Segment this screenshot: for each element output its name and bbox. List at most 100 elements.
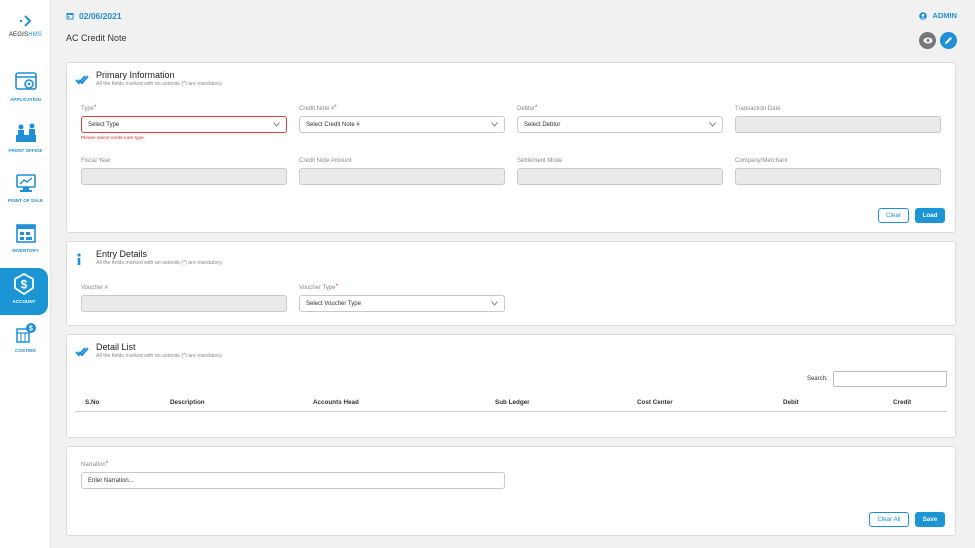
double-check-icon [75,347,89,357]
credit-note-amount-label: Credit Note Amount [299,158,352,164]
card-title: Entry Details [96,249,148,259]
required-asterisk: * [94,105,97,111]
settlement-mode-field: Settlement Mode [517,157,723,185]
view-button[interactable] [919,32,936,49]
chevron-down-icon [491,301,498,306]
card-header: Primary Information All the fields marke… [75,70,223,87]
card-header: Detail List All the fields marked with a… [75,342,223,359]
column-header[interactable]: Sub Ledger [495,399,530,406]
primary-information-card: Primary Information All the fields marke… [66,62,956,233]
voucher-type-select[interactable]: Select Voucher Type [299,295,505,312]
sidebar: AEGISHMS APPLICATION FRONT OFFICE POINT … [0,0,51,548]
brand-logo[interactable]: AEGISHMS [0,14,51,38]
pencil-icon [945,37,952,44]
sidebar-item-label: INVENTORY [12,248,39,253]
eye-icon [923,37,932,44]
table-header: S.No Description Accounts Head Sub Ledge… [75,393,947,412]
transaction-date-label: Transaction Date [735,106,781,112]
transaction-date-field: Transaction Date [735,105,941,133]
user-icon [919,11,928,20]
brand-name: AEGISHMS [0,32,51,38]
column-header[interactable]: Accounts Head [313,399,359,406]
chevron-down-icon [709,122,716,127]
company-merchant-label: Company/Merchant [735,158,788,164]
search-input[interactable] [833,371,947,387]
credit-note-number-value: Select Credit Note # [306,121,360,128]
voucher-type-field: Voucher Type* Select Voucher Type [299,284,505,312]
clear-button[interactable]: Clear [878,208,909,223]
logo-arrow-icon [19,15,31,27]
required-asterisk: * [334,105,337,111]
type-select-value: Select Type [88,121,120,128]
card-title: Detail List [96,342,136,352]
double-check-icon [75,75,89,85]
sidebar-item-account[interactable]: $ ACCOUNT [0,268,48,315]
credit-note-amount-field: Credit Note Amount [299,157,505,185]
narration-field: Narration* Enter Narration... [81,461,505,489]
column-header[interactable]: S.No [85,399,99,406]
credit-note-number-select[interactable]: Select Credit Note # [299,116,505,133]
credit-note-amount-input[interactable] [299,168,505,185]
svg-text:$: $ [21,278,28,292]
sidebar-item-front-office[interactable]: FRONT OFFICE [0,122,51,153]
debtor-select[interactable]: Select Debtor [517,116,723,133]
voucher-type-value: Select Voucher Type [306,300,361,307]
type-label: Type [81,106,95,112]
credit-note-number-label: Credit Note # [299,106,335,112]
chevron-down-icon [491,122,498,127]
voucher-number-input[interactable] [81,295,287,312]
voucher-number-label: Voucher # [81,285,109,291]
sidebar-item-application[interactable]: APPLICATION [0,71,51,102]
svg-text:$: $ [29,326,33,333]
required-asterisk: * [335,284,338,290]
user-menu[interactable]: ADMIN [919,11,957,20]
entry-details-card: Entry Details All the fields marked with… [66,241,956,326]
info-icon [77,253,81,265]
fiscal-year-label: Fiscal Year [81,158,111,164]
column-header[interactable]: Cost Center [637,399,673,406]
sidebar-item-label: COSTING [15,348,36,353]
mandatory-note: All the fields marked with an asterisk (… [96,81,223,87]
user-name: ADMIN [932,11,957,20]
card-title: Primary Information [96,70,175,80]
sidebar-item-label: FRONT OFFICE [8,148,43,153]
transaction-date-input[interactable] [735,116,941,133]
brand-name-accent: HMS [28,32,43,38]
application-gear-icon [14,72,37,90]
credit-note-number-field: Credit Note #* Select Credit Note # [299,105,505,133]
search-label: Search: [807,376,828,382]
sidebar-item-costing[interactable]: $ COSTING [0,322,51,353]
sidebar-item-label: APPLICATION [10,97,41,102]
sidebar-item-label: POINT OF SALE [7,198,44,203]
settlement-mode-input[interactable] [517,168,723,185]
type-select[interactable]: Select Type [81,116,287,133]
column-header[interactable]: Description [170,399,205,406]
column-header[interactable]: Credit [893,399,911,406]
narration-input[interactable]: Enter Narration... [81,472,505,489]
edit-button[interactable] [940,32,957,49]
debtor-label: Debtor [517,106,536,112]
save-button[interactable]: Save [915,512,945,527]
debtor-field: Debtor* Select Debtor [517,105,723,133]
narration-card: Narration* Enter Narration... Clear All … [66,446,956,536]
calendar-icon [66,13,74,20]
fiscal-year-input[interactable] [81,168,287,185]
mandatory-note: All the fields marked with an asterisk (… [96,353,223,359]
type-error-message: Please select credit note type. [81,136,145,141]
company-merchant-input[interactable] [735,168,941,185]
fiscal-year-field: Fiscal Year [81,157,287,185]
required-asterisk: * [535,105,538,111]
load-button[interactable]: Load [915,208,945,223]
voucher-type-label: Voucher Type [299,285,336,291]
clear-all-button[interactable]: Clear All [869,512,909,527]
column-header[interactable]: Debit [783,399,799,406]
costing-calculator-icon: $ [15,323,36,343]
account-dollar-icon: $ [14,273,34,295]
company-merchant-field: Company/Merchant [735,157,941,185]
voucher-number-field: Voucher # [81,284,287,312]
detail-list-card: Detail List All the fields marked with a… [66,334,956,438]
sidebar-item-inventory[interactable]: INVENTORY [0,222,51,253]
sidebar-item-point-of-sale[interactable]: POINT OF SALE [0,172,51,203]
point-of-sale-monitor-icon [15,174,36,192]
narration-label: Narration [81,462,106,468]
